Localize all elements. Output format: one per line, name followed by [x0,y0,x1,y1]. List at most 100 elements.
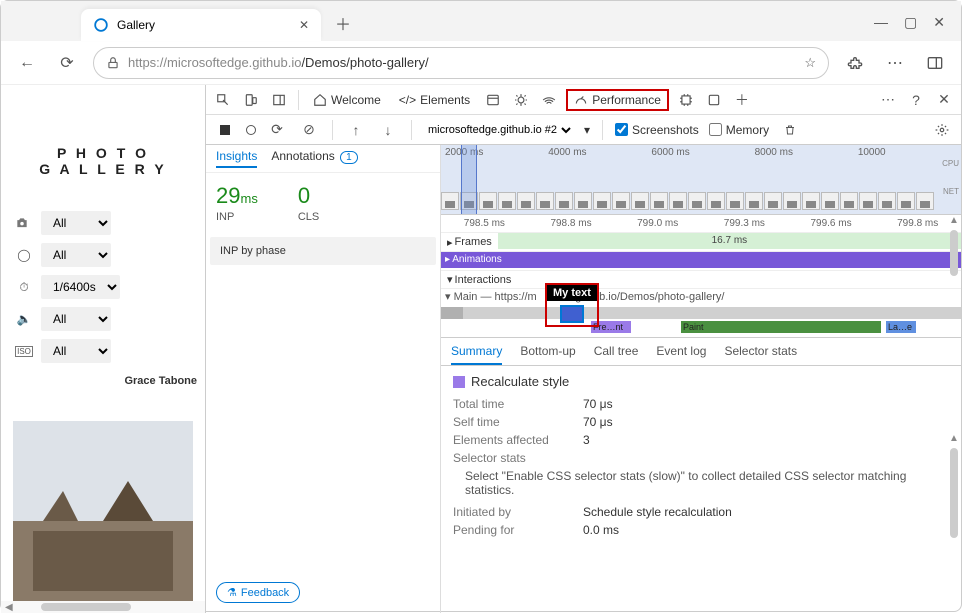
filter-iso[interactable]: ISO All [1,335,205,367]
cls-metric: 0 CLS [298,183,319,223]
menu-icon[interactable]: ⋯ [881,49,909,77]
interactions-track-label[interactable]: ▾ Interactions [441,272,517,287]
code-icon: </> [399,93,416,107]
performance-tab[interactable]: Performance [566,89,669,111]
window-minimize-button[interactable]: ― [874,14,888,31]
color-swatch [453,376,465,388]
context-select[interactable]: microsoftedge.github.io #2 [424,123,574,137]
gallery-photo [13,421,193,601]
filter-timer[interactable]: ⏱ 1/6400s [1,271,205,303]
inp-by-phase[interactable]: INP by phase [210,237,436,265]
event-log-tab[interactable]: Event log [656,344,706,365]
feedback-button[interactable]: ⚗ Feedback [216,582,300,603]
flame-paint[interactable]: Paint [681,321,881,333]
filter-select[interactable]: All [41,243,111,267]
selector-stats-tab[interactable]: Selector stats [724,344,797,365]
close-devtools-button[interactable]: ✕ [933,89,955,111]
extensions-icon[interactable] [841,49,869,77]
lock-icon [106,56,120,70]
filter-select[interactable]: All [41,339,111,363]
annotation-tooltip[interactable]: My text [545,283,599,327]
main-track-label[interactable]: ▾ Main — https://mMy text.github.io/Demo… [445,289,961,304]
overview-selection[interactable] [461,145,477,214]
tab-close-button[interactable]: ✕ [299,18,309,32]
filter-select[interactable]: All [41,307,111,331]
tracks-scrollbar[interactable]: ▲ [947,215,961,333]
screenshot-strip [441,192,961,214]
devtools-panel: Welcome </> Elements Performance ＋ ⋯ ? ✕ [206,85,961,613]
summary-tab[interactable]: Summary [451,344,502,365]
memory-icon[interactable] [675,89,697,111]
window-close-button[interactable]: ✕ [933,14,945,31]
record-dot-icon[interactable] [246,125,256,135]
inspect-element-icon[interactable] [212,89,234,111]
detail-event-title: Recalculate style [453,374,949,389]
screenshots-checkbox[interactable]: Screenshots [615,123,699,137]
tab-title: Gallery [117,18,155,32]
filter-speaker[interactable]: 🔈 All [1,303,205,335]
speaker-icon: 🔈 [15,312,33,326]
frames-track-label[interactable]: ▸ Frames [441,235,498,250]
bottom-up-tab[interactable]: Bottom-up [520,344,575,365]
annotation-target[interactable] [560,305,584,323]
filter-select[interactable]: All [41,211,111,235]
dropdown-icon[interactable]: ▾ [584,123,590,137]
edge-favicon [93,17,109,33]
back-button[interactable]: ← [13,49,41,77]
webpage-pane: P H O T O G A L L E R Y All ◯ All ⏱ 1/64… [1,85,206,613]
settings-icon[interactable] [931,119,953,141]
bug-icon[interactable] [510,89,532,111]
filter-aperture[interactable]: ◯ All [1,239,205,271]
add-tab-button[interactable]: ＋ [731,89,753,111]
new-tab-button[interactable]: ＋ [329,9,357,37]
details-tabs: Summary Bottom-up Call tree Event log Se… [441,337,961,366]
flame-chart[interactable]: ▸ Frames 16.7 ms ▸ Animations ▾ Interact… [441,233,961,333]
welcome-tab[interactable]: Welcome [307,89,387,111]
refresh-button[interactable]: ⟳ [53,49,81,77]
application-icon[interactable] [703,89,725,111]
trash-icon[interactable] [779,119,801,141]
reload-record-button[interactable]: ⟳ [266,119,288,141]
annotations-tab[interactable]: Annotations 1 [271,149,357,168]
help-icon[interactable]: ? [905,89,927,111]
device-toggle-icon[interactable] [240,89,262,111]
app-icon[interactable] [482,89,504,111]
dock-side-icon[interactable] [268,89,290,111]
download-icon[interactable]: ↓ [377,119,399,141]
filter-select[interactable]: 1/6400s [41,275,120,299]
record-button[interactable] [214,119,236,141]
flask-icon: ⚗ [227,586,237,599]
split-screen-icon[interactable] [921,49,949,77]
flame-task[interactable] [441,307,463,319]
details-scrollbar[interactable]: ▲ [947,433,961,613]
frames-bar[interactable]: 16.7 ms [498,233,961,249]
home-icon [313,93,327,107]
cpu-label: CPU [942,159,959,168]
clear-button[interactable]: ⊘ [298,119,320,141]
animations-track[interactable]: ▸ Animations [441,252,961,268]
page-scrollbar-h[interactable]: ◀ [1,601,205,613]
inp-metric: 29ms INP [216,183,258,223]
page-title: P H O T O G A L L E R Y [1,85,205,207]
iso-icon: ISO [15,346,33,357]
elements-tab[interactable]: </> Elements [393,89,476,111]
camera-icon [15,216,33,230]
insights-tab[interactable]: Insights [216,149,257,168]
more-icon[interactable]: ⋯ [877,89,899,111]
network-icon[interactable] [538,89,560,111]
performance-icon [574,93,588,107]
browser-tab[interactable]: Gallery ✕ [81,9,321,41]
timeline-overview[interactable]: 2000 ms 4000 ms 6000 ms 8000 ms 10000 CP… [441,145,961,215]
favorite-icon[interactable]: ☆ [804,55,816,71]
flame-task[interactable] [441,307,961,319]
filter-camera[interactable]: All [1,207,205,239]
window-maximize-button[interactable]: ▢ [904,14,917,31]
memory-checkbox[interactable]: Memory [709,123,769,137]
upload-icon[interactable]: ↑ [345,119,367,141]
address-bar[interactable]: https://microsoftedge.github.io/Demos/ph… [93,47,829,79]
flame-layer[interactable]: La…e [886,321,916,333]
url-text: https://microsoftedge.github.io/Demos/ph… [128,55,796,70]
timer-icon: ⏱ [15,280,33,295]
aperture-icon: ◯ [15,248,33,262]
call-tree-tab[interactable]: Call tree [594,344,639,365]
